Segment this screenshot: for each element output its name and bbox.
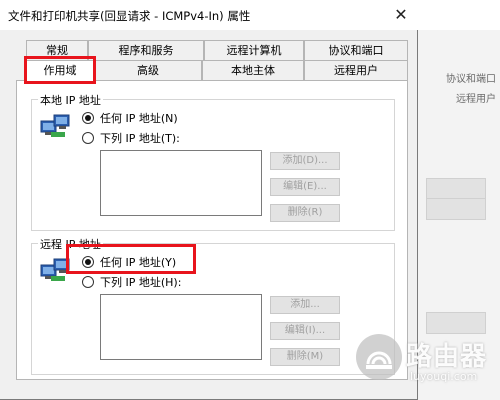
close-icon: ✕ bbox=[394, 5, 408, 24]
local-list-ip-radio[interactable]: 下列 IP 地址(T): bbox=[82, 130, 180, 146]
scope-tab-highlight bbox=[24, 56, 96, 84]
background-tab-label: 协议和端口 bbox=[446, 74, 496, 85]
tab-advanced[interactable]: 高级 bbox=[94, 60, 202, 80]
scope-panel: 本地 IP 地址 任何 IP 地址(N) 下列 IP 地址(T): 添加(D).… bbox=[16, 80, 408, 380]
local-list-ip-label: 下列 IP 地址(T): bbox=[100, 132, 180, 145]
tab-programs-services[interactable]: 程序和服务 bbox=[88, 40, 204, 60]
background-field bbox=[426, 178, 486, 200]
background-field bbox=[426, 198, 486, 220]
network-computers-icon bbox=[40, 114, 70, 137]
local-edit-button[interactable]: 编辑(E)... bbox=[270, 178, 340, 196]
remote-any-ip-highlight bbox=[66, 244, 196, 274]
remote-add-button[interactable]: 添加... bbox=[270, 296, 340, 314]
tab-local-principals[interactable]: 本地主体 bbox=[202, 60, 304, 80]
close-button[interactable]: ✕ bbox=[390, 4, 412, 26]
background-tab-label: 远程用户 bbox=[456, 94, 496, 105]
router-logo-icon bbox=[356, 334, 402, 380]
local-ip-listbox[interactable] bbox=[100, 150, 262, 216]
local-add-button[interactable]: 添加(D)... bbox=[270, 152, 340, 170]
radio-unselected-indicator bbox=[82, 132, 94, 144]
remote-edit-button[interactable]: 编辑(I)... bbox=[270, 322, 340, 340]
local-any-ip-label: 任何 IP 地址(N) bbox=[100, 112, 178, 125]
watermark-url: luyouqi.com bbox=[410, 370, 478, 383]
local-ip-group: 本地 IP 地址 任何 IP 地址(N) 下列 IP 地址(T): 添加(D).… bbox=[31, 92, 395, 231]
tab-remote-computers[interactable]: 远程计算机 bbox=[204, 40, 304, 60]
watermark-text: 路由器 bbox=[406, 342, 488, 372]
remote-list-ip-radio[interactable]: 下列 IP 地址(H): bbox=[82, 274, 181, 290]
watermark: 路由器 luyouqi.com bbox=[356, 330, 496, 390]
remote-ip-listbox[interactable] bbox=[100, 294, 262, 360]
title-bar: 文件和打印机共享(回显请求 - ICMPv4-In) 属性 ✕ bbox=[0, 0, 418, 30]
radio-unselected-indicator bbox=[82, 276, 94, 288]
radio-selected-indicator bbox=[82, 112, 94, 124]
local-ip-legend: 本地 IP 地址 bbox=[38, 92, 103, 108]
remote-remove-button[interactable]: 删除(M) bbox=[270, 348, 340, 366]
local-any-ip-radio[interactable]: 任何 IP 地址(N) bbox=[82, 110, 178, 126]
local-remove-button[interactable]: 删除(R) bbox=[270, 204, 340, 222]
remote-list-ip-label: 下列 IP 地址(H): bbox=[100, 276, 182, 289]
window-title: 文件和打印机共享(回显请求 - ICMPv4-In) 属性 bbox=[8, 9, 251, 23]
background-titlebar bbox=[418, 0, 500, 30]
tab-protocols-ports[interactable]: 协议和端口 bbox=[304, 40, 408, 60]
tab-remote-users[interactable]: 远程用户 bbox=[304, 60, 408, 80]
